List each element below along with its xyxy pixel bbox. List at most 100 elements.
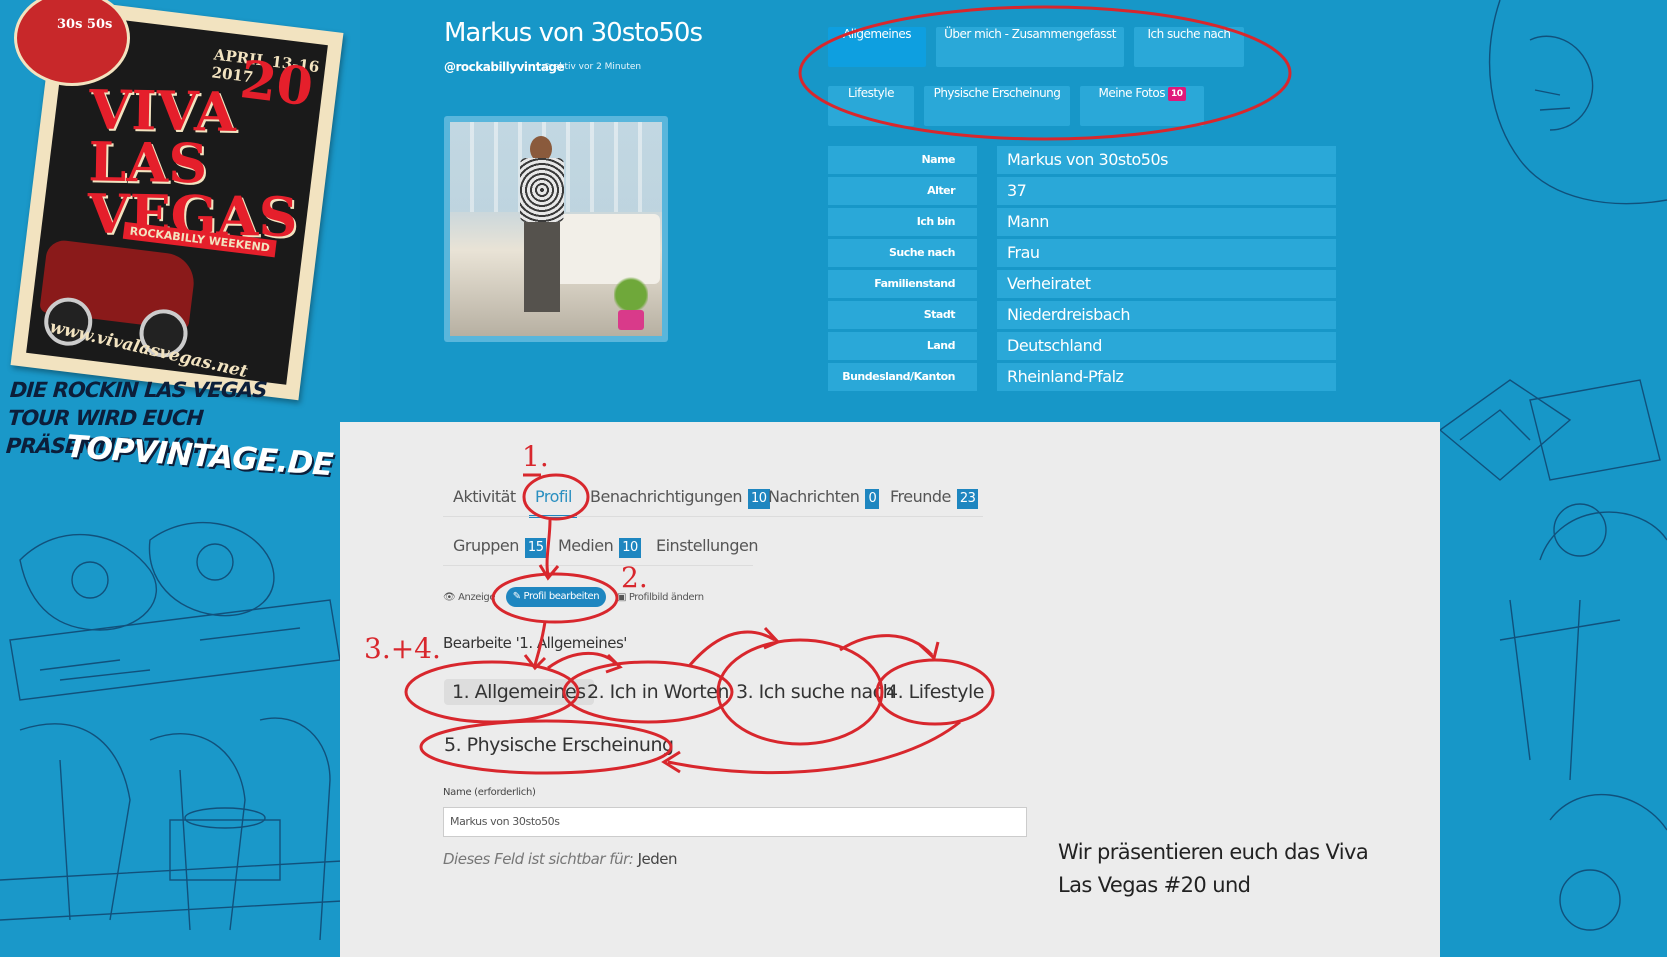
nav-label: Profil [535, 487, 572, 506]
detail-label: Name [828, 146, 977, 174]
detail-label: Familienstand [828, 270, 977, 298]
detail-row: Land Deutschland [828, 332, 1336, 360]
detail-row: Bundesland/Kanton Rheinland-Pfalz [828, 363, 1336, 391]
presentation-text: Wir präsentieren euch das Viva Las Vegas… [1058, 840, 1369, 897]
annotation-step-2: 2. [621, 561, 648, 594]
detail-label: Suche nach [828, 239, 977, 267]
visibility-note: Dieses Feld ist sichtbar für: Jeden [443, 850, 678, 868]
tab-lifestyle[interactable]: Lifestyle [828, 86, 914, 126]
count-badge: 15 [524, 538, 547, 558]
detail-value: Frau [997, 239, 1336, 267]
tab-meine-fotos[interactable]: Meine Fotos 10 [1080, 86, 1204, 126]
detail-value: Verheiratet [997, 270, 1336, 298]
step-ich-in-worten[interactable]: 2. Ich in Worten [587, 681, 729, 703]
profile-name: Markus von 30sto50s [444, 18, 703, 48]
step-label: 5. Physische Erscheinung [444, 734, 674, 756]
clock-icon: ◷ [543, 62, 551, 72]
tab-label: Physische Erscheinung [933, 86, 1061, 100]
edit-profile-label: Profil bearbeiten [523, 591, 600, 602]
step-label: 2. Ich in Worten [587, 681, 729, 703]
tab-ich-suche-nach[interactable]: Ich suche nach [1134, 27, 1244, 67]
nav-divider [443, 516, 983, 517]
step-lifestyle[interactable]: 4. Lifestyle [886, 681, 984, 703]
detail-label: Bundesland/Kanton [828, 363, 977, 391]
badge-text: 30s 50s [57, 17, 113, 32]
detail-value: Rheinland-Pfalz [997, 363, 1336, 391]
left-sidebar-art: APRIL 13-16 2017 20 VIVA LAS VEGAS ROCKA… [0, 0, 360, 957]
count-badge: 10 [619, 538, 641, 558]
nav-label: Aktivität [453, 487, 516, 506]
nav-label: Medien [558, 536, 614, 555]
detail-row: Name Markus von 30sto50s [828, 146, 1336, 174]
step-physische-erscheinung[interactable]: 5. Physische Erscheinung [444, 734, 674, 756]
step-ich-suche-nach[interactable]: 3. Ich suche nach [736, 681, 895, 703]
nav-freunde[interactable]: Freunde 23 [890, 487, 979, 509]
photo-count-badge: 10 [1167, 86, 1186, 101]
avatar-photo [450, 122, 662, 336]
detail-value: Mann [997, 208, 1336, 236]
profile-details: Name Markus von 30sto50s Alter 37 Ich bin M… [828, 146, 1336, 394]
visibility-prefix: Dieses Feld ist sichtbar für: [443, 850, 634, 868]
step-label: 1. Allgemeines [452, 681, 586, 703]
active-status-text: aktiv vor 2 Minuten [553, 62, 642, 72]
tab-physische-erscheinung[interactable]: Physische Erscheinung [924, 86, 1070, 126]
nav-einstellungen[interactable]: Einstellungen [656, 536, 758, 555]
nav-label: Einstellungen [656, 536, 758, 555]
annotation-step-1: 1. [522, 440, 549, 473]
view-profile-link[interactable]: 👁 Anzeige [443, 592, 496, 603]
detail-value: Markus von 30sto50s [997, 146, 1336, 174]
tab-ueber-mich[interactable]: Über mich - Zusammengefasst [936, 27, 1124, 67]
detail-row: Suche nach Frau [828, 239, 1336, 267]
nav-label: Gruppen [453, 536, 519, 555]
tab-label: Meine Fotos [1098, 86, 1165, 100]
edit-profile-button[interactable]: ✎ Profil bearbeiten [506, 587, 606, 607]
avatar[interactable] [444, 116, 668, 342]
count-badge: 0 [865, 489, 880, 509]
nav-nachrichten[interactable]: Nachrichten 0 [768, 487, 880, 509]
detail-label: Stadt [828, 301, 977, 329]
step-label: 3. Ich suche nach [736, 681, 895, 703]
count-badge: 23 [956, 489, 979, 509]
nav-label: Freunde [890, 487, 951, 506]
eye-icon: 👁 [443, 592, 456, 603]
step-allgemeines[interactable]: 1. Allgemeines [444, 679, 594, 705]
tab-label: Über mich - Zusammengefasst [944, 27, 1116, 41]
detail-label: Alter [828, 177, 977, 205]
nav-label: Nachrichten [768, 487, 860, 506]
name-field[interactable]: Markus von 30sto50s [443, 807, 1027, 837]
photo-person-shirt [520, 158, 564, 222]
detail-value: Deutschland [997, 332, 1336, 360]
nav-gruppen[interactable]: Gruppen 15 [453, 536, 547, 558]
nav-benachrichtigungen[interactable]: Benachrichtigungen 10 [590, 487, 770, 509]
count-badge: 10 [747, 489, 770, 509]
nav-medien[interactable]: Medien 10 [558, 536, 641, 558]
step-label: 4. Lifestyle [886, 681, 984, 703]
detail-label: Land [828, 332, 977, 360]
tab-allgemeines[interactable]: Allgemeines [828, 27, 926, 67]
edit-heading: Bearbeite '1. Allgemeines' [443, 634, 627, 652]
detail-row: Alter 37 [828, 177, 1336, 205]
vintage-illustration-right [1440, 0, 1667, 931]
nav-label: Benachrichtigungen [590, 487, 742, 506]
nav-divider [443, 565, 753, 566]
annotation-step-3-4: 3.+4. [364, 632, 441, 665]
vintage-illustration [0, 521, 360, 941]
active-status: ◷ aktiv vor 2 Minuten [543, 62, 641, 72]
tab-label: Lifestyle [848, 86, 894, 100]
name-field-label: Name (erforderlich) [443, 787, 536, 798]
visibility-value[interactable]: Jeden [638, 850, 678, 868]
tab-label: Allgemeines [842, 27, 912, 41]
photo-pot [618, 310, 644, 330]
detail-label: Ich bin [828, 208, 977, 236]
detail-row: Ich bin Mann [828, 208, 1336, 236]
pencil-icon: ✎ [512, 591, 521, 602]
detail-row: Stadt Niederdreisbach [828, 301, 1336, 329]
nav-aktivitaet[interactable]: Aktivität [453, 487, 516, 506]
nav-profil[interactable]: Profil [535, 487, 572, 506]
view-profile-label: Anzeige [458, 592, 496, 603]
detail-value: 37 [997, 177, 1336, 205]
detail-value: Niederdreisbach [997, 301, 1336, 329]
tab-label: Ich suche nach [1147, 27, 1231, 41]
poster-title: VIVA LAS VEGAS [87, 77, 299, 250]
detail-row: Familienstand Verheiratet [828, 270, 1336, 298]
